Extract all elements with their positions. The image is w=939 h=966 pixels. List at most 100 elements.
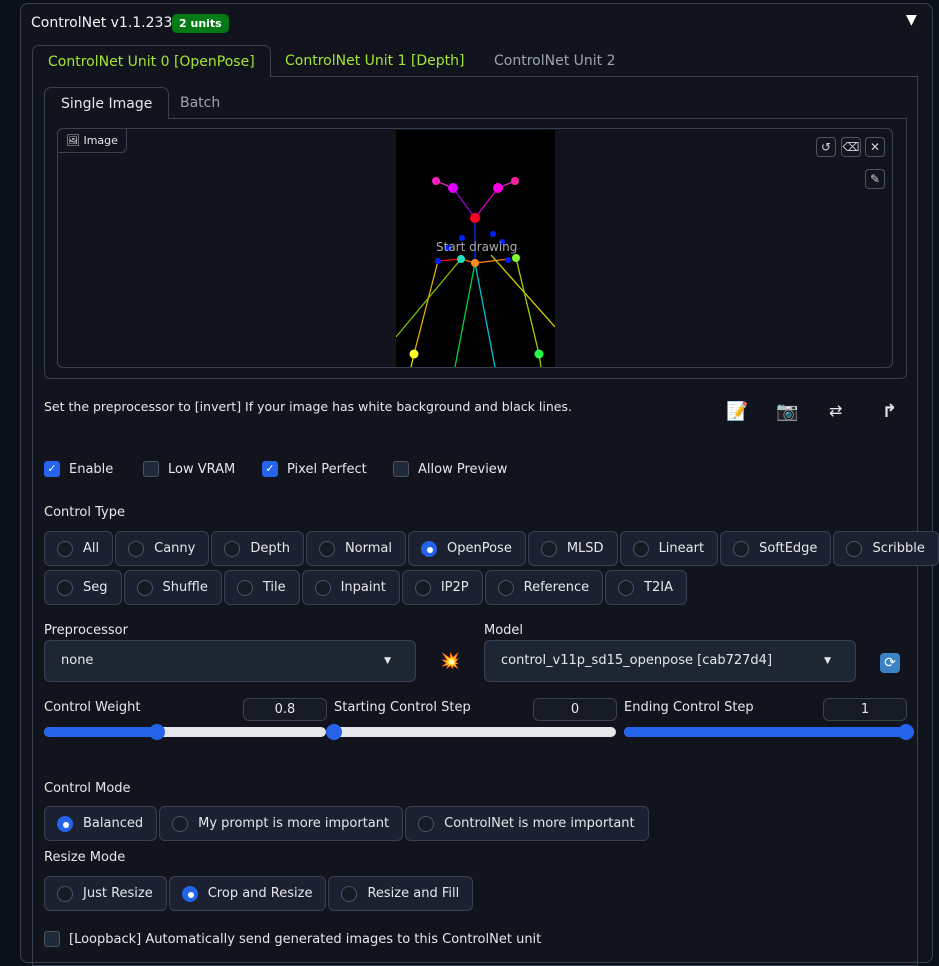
preprocessor-dropdown[interactable]: none ▼ [44, 640, 416, 682]
radio-all[interactable]: All [44, 531, 114, 566]
allow-preview-checkbox[interactable]: Allow Preview [393, 461, 507, 477]
swap-icon[interactable]: ⇄ [829, 401, 842, 420]
radio-label: SoftEdge [759, 541, 818, 556]
radio-balanced[interactable]: Balanced [44, 806, 158, 841]
radio-reference[interactable]: Reference [484, 570, 604, 605]
radio-my-prompt-is-more-important[interactable]: My prompt is more important [159, 806, 404, 841]
ending-step-slider[interactable] [624, 724, 914, 740]
starting-step-input[interactable]: 0 [533, 698, 617, 721]
resize-mode-group: Just Resize Crop and Resize Resize and Fil… [44, 876, 474, 911]
radio-icon [414, 579, 431, 596]
radio-label: Lineart [658, 541, 705, 556]
radio-label: Reference [523, 580, 590, 595]
radio-just-resize[interactable]: Just Resize [44, 876, 167, 911]
control-type-row-1: All Canny Depth Normal OpenPose MLSD Lineart So… [44, 531, 939, 566]
chevron-down-icon: ▼ [824, 656, 831, 666]
send-dimensions-icon[interactable]: ↱ [882, 401, 897, 422]
model-label: Model [484, 623, 524, 638]
collapse-icon[interactable]: ▼ [906, 12, 917, 28]
chevron-down-icon: ▼ [384, 656, 391, 666]
radio-controlnet-is-more-important[interactable]: ControlNet is more important [405, 806, 649, 841]
run-preprocessor-icon[interactable]: 💥 [440, 651, 460, 670]
image-icon: 🖼 [66, 134, 80, 147]
radio-icon [540, 540, 557, 557]
camera-icon[interactable]: 📷 [776, 401, 798, 422]
radio-shuffle[interactable]: Shuffle [123, 570, 222, 605]
radio-label: T2IA [644, 580, 674, 595]
canvas-overlay-text: Start drawing [436, 240, 518, 254]
model-dropdown[interactable]: control_v11p_sd15_openpose [cab727d4] ▼ [484, 640, 856, 682]
slider-label: Starting Control Step [334, 700, 471, 715]
model-value: control_v11p_sd15_openpose [cab727d4] [501, 653, 773, 668]
check-icon: ✓ [44, 461, 60, 477]
hint-text: Set the preprocessor to [invert] If your… [44, 399, 572, 414]
checkbox-label: [Loopback] Automatically send generated … [69, 931, 542, 947]
close-icon[interactable]: ✕ [865, 137, 885, 157]
control-weight-slider[interactable] [44, 724, 326, 740]
pixel-perfect-checkbox[interactable]: ✓ Pixel Perfect [262, 461, 367, 477]
radio-label: Tile [262, 580, 286, 595]
radio-seg[interactable]: Seg [44, 570, 122, 605]
radio-softedge[interactable]: SoftEdge [720, 531, 832, 566]
panel-title: ControlNet v1.1.233 [31, 15, 173, 31]
radio-icon [421, 540, 437, 557]
undo-icon[interactable]: ↺ [816, 137, 836, 157]
radio-normal[interactable]: Normal [305, 531, 406, 566]
loopback-checkbox[interactable]: [Loopback] Automatically send generated … [44, 931, 541, 947]
radio-icon [418, 815, 435, 832]
radio-icon [57, 540, 73, 557]
radio-label: Just Resize [83, 886, 153, 901]
radio-canny[interactable]: Canny [115, 531, 210, 566]
radio-label: Inpaint [340, 580, 386, 595]
checkbox-label: Low VRAM [168, 461, 236, 477]
radio-t2ia[interactable]: T2IA [605, 570, 688, 605]
radio-icon [236, 579, 253, 596]
radio-label: Canny [154, 541, 196, 556]
refresh-icon[interactable]: ⟳ [880, 653, 900, 673]
starting-step-slider[interactable] [326, 724, 616, 740]
tab-unit-0[interactable]: ControlNet Unit 0 [OpenPose] [32, 45, 271, 77]
radio-crop-and-resize[interactable]: Crop and Resize [168, 876, 327, 911]
radio-icon [846, 540, 863, 557]
checkbox-box [44, 931, 60, 947]
eraser-icon[interactable]: ⌫ [841, 137, 861, 157]
control-weight-input[interactable]: 0.8 [243, 698, 327, 721]
radio-label: Normal [344, 541, 392, 556]
tab-batch[interactable]: Batch [164, 87, 236, 119]
radio-ip2p[interactable]: IP2P [401, 570, 483, 605]
slider-thumb[interactable] [326, 724, 342, 740]
radio-mlsd[interactable]: MLSD [527, 531, 618, 566]
checkbox-box [143, 461, 159, 477]
radio-openpose[interactable]: OpenPose [408, 531, 526, 566]
radio-icon [618, 579, 635, 596]
slider-thumb[interactable] [148, 724, 165, 740]
radio-label: Resize and Fill [367, 886, 460, 901]
control-mode-label: Control Mode [44, 781, 131, 796]
radio-icon [497, 579, 514, 596]
tab-unit-2[interactable]: ControlNet Unit 2 [479, 45, 631, 77]
radio-label: IP2P [440, 580, 469, 595]
radio-icon [57, 885, 73, 902]
slider-label: Ending Control Step [624, 700, 754, 715]
tab-unit-1[interactable]: ControlNet Unit 1 [Depth] [270, 45, 480, 77]
slider-thumb[interactable] [898, 724, 914, 740]
radio-depth[interactable]: Depth [211, 531, 304, 566]
tab-single-image[interactable]: Single Image [44, 87, 170, 119]
radio-inpaint[interactable]: Inpaint [301, 570, 400, 605]
radio-tile[interactable]: Tile [223, 570, 300, 605]
pose-canvas[interactable]: Start drawing [395, 130, 556, 368]
radio-scribble[interactable]: Scribble [833, 531, 939, 566]
enable-checkbox[interactable]: ✓ Enable [44, 461, 113, 477]
radio-icon [128, 540, 145, 557]
checkbox-label: Pixel Perfect [287, 461, 367, 477]
ending-step-input[interactable]: 1 [823, 698, 907, 721]
edit-icon[interactable]: 📝 [726, 401, 748, 422]
radio-icon [224, 540, 241, 557]
checkbox-label: Allow Preview [418, 461, 508, 477]
control-mode-group: Balanced My prompt is more important Contr… [44, 806, 649, 841]
low-vram-checkbox[interactable]: Low VRAM [143, 461, 235, 477]
radio-resize-and-fill[interactable]: Resize and Fill [328, 876, 474, 911]
radio-icon [632, 540, 649, 557]
radio-lineart[interactable]: Lineart [619, 531, 719, 566]
brush-icon[interactable]: ✎ [865, 169, 885, 189]
